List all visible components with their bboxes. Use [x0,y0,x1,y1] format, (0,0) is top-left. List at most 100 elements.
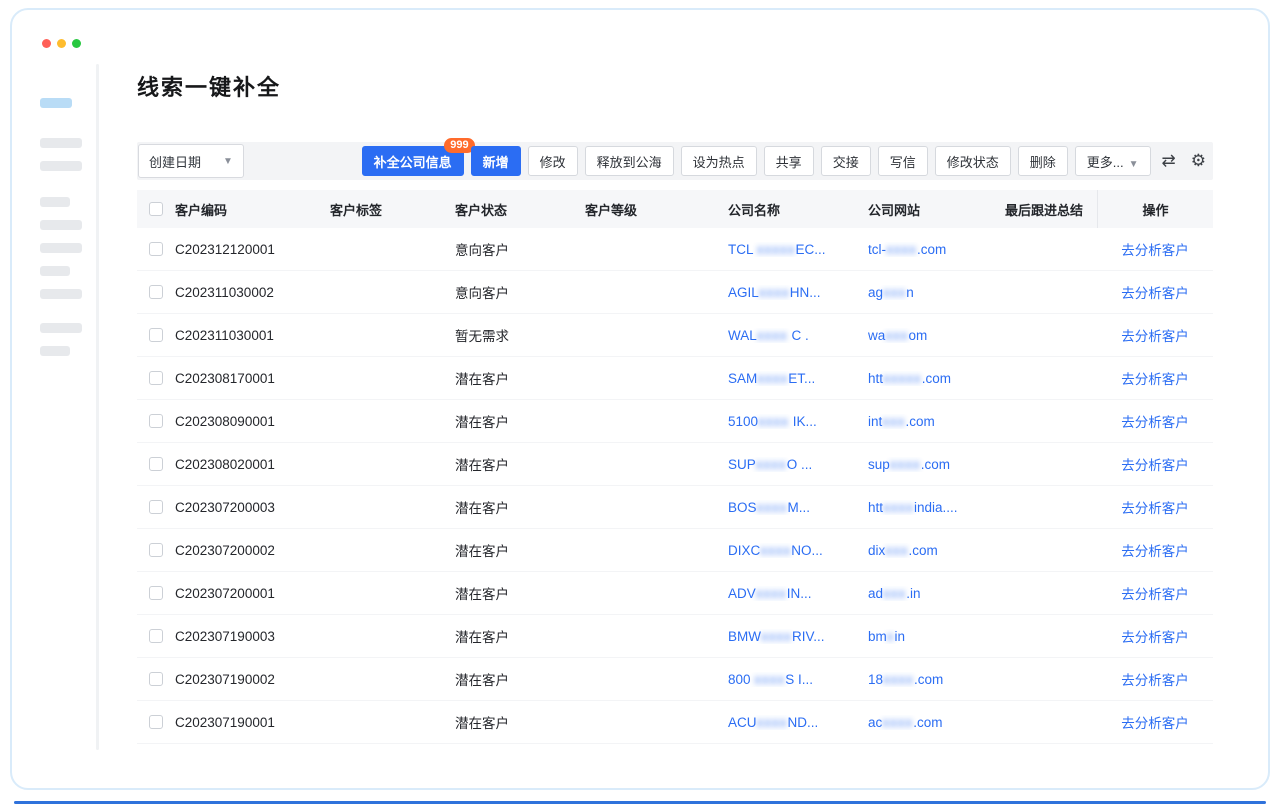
table-row: C202307200003 潜在客户 BOSxxxxM... httxxxxin… [137,486,1213,529]
company-name-link[interactable]: 800 xxxxS I... [728,672,868,687]
table-row: C202307190001 潜在客户 ACUxxxxND... acxxxx.c… [137,701,1213,744]
company-website-link[interactable]: agxxxn [868,285,1005,300]
more-button[interactable]: 更多...▼ [1075,146,1151,176]
customer-status: 潜在客户 [455,411,585,431]
row-checkbox[interactable] [149,715,163,729]
customer-status: 潜在客户 [455,712,585,732]
table-row: C202307200001 潜在客户 ADVxxxxIN... adxxx.in… [137,572,1213,615]
analyze-customer-link[interactable]: 去分析客户 [1121,630,1189,645]
company-website-link[interactable]: acxxxx.com [868,715,1005,730]
sidebar-placeholder [40,220,82,230]
add-new-button[interactable]: 新增 [471,146,521,176]
toolbar-button[interactable]: 共享 [764,146,814,176]
complete-company-info-button[interactable]: 补全公司信息999 [362,146,464,176]
company-name-link[interactable]: DIXCxxxxNO... [728,543,868,558]
analyze-customer-link[interactable]: 去分析客户 [1121,243,1189,258]
company-name-link[interactable]: ADVxxxxIN... [728,586,868,601]
company-website-link[interactable]: httxxxxindia.... [868,500,1005,515]
analyze-customer-link[interactable]: 去分析客户 [1121,544,1189,559]
toolbar-button[interactable]: 删除 [1018,146,1068,176]
sync-icon: ⇄ [1162,151,1176,170]
toolbar-button[interactable]: 释放到公海 [585,146,674,176]
company-name-link[interactable]: BOSxxxxM... [728,500,868,515]
table-row: C202307200002 潜在客户 DIXCxxxxNO... dixxxx.… [137,529,1213,572]
company-website-link[interactable]: intxxx.com [868,414,1005,429]
row-checkbox[interactable] [149,629,163,643]
analyze-customer-link[interactable]: 去分析客户 [1121,286,1189,301]
maximize-window-icon[interactable] [72,39,81,48]
row-checkbox[interactable] [149,500,163,514]
row-checkbox[interactable] [149,414,163,428]
row-checkbox[interactable] [149,371,163,385]
sidebar-placeholder [40,243,82,253]
company-name-link[interactable]: ACUxxxxND... [728,715,868,730]
analyze-customer-link[interactable]: 去分析客户 [1121,458,1189,473]
customer-code: C202311030002 [175,285,330,300]
row-checkbox[interactable] [149,457,163,471]
company-website-link[interactable]: bmxin [868,629,1005,644]
company-name-link[interactable]: 5100xxxx IK... [728,414,868,429]
customer-code: C202307190001 [175,715,330,730]
company-name-link[interactable]: SUPxxxxO ... [728,457,868,472]
customer-status: 意向客户 [455,282,585,302]
company-name-link[interactable]: BMWxxxxRIV... [728,629,868,644]
company-website-link[interactable]: adxxx.in [868,586,1005,601]
row-checkbox[interactable] [149,328,163,342]
company-name-link[interactable]: AGILxxxxHN... [728,285,868,300]
table-row: C202311030001 暂无需求 WALxxxx C . waxxxom 去… [137,314,1213,357]
row-checkbox[interactable] [149,586,163,600]
customer-status: 潜在客户 [455,540,585,560]
date-filter-dropdown[interactable]: 创建日期 ▼ [138,144,244,178]
company-website-link[interactable]: httxxxxx.com [868,371,1005,386]
toolbar-button[interactable]: 写信 [878,146,928,176]
customer-code: C202312120001 [175,242,330,257]
company-name-link[interactable]: TCL xxxxxEC... [728,242,868,257]
company-website-link[interactable]: dixxxx.com [868,543,1005,558]
sidebar-placeholder [40,346,70,356]
column-header-followup-summary: 最后跟进总结 [1005,200,1097,219]
row-checkbox[interactable] [149,242,163,256]
company-website-link[interactable]: waxxxom [868,328,1005,343]
customer-code: C202308170001 [175,371,330,386]
close-window-icon[interactable] [42,39,51,48]
table-row: C202308090001 潜在客户 5100xxxx IK... intxxx… [137,400,1213,443]
gear-button[interactable]: ⚙ [1187,146,1210,176]
company-website-link[interactable]: tcl-xxxx.com [868,242,1005,257]
analyze-customer-link[interactable]: 去分析客户 [1121,415,1189,430]
column-header-customer-level: 客户等级 [585,200,728,219]
sync-button[interactable]: ⇄ [1158,146,1180,176]
company-name-link[interactable]: WALxxxx C . [728,328,868,343]
column-header-customer-code: 客户编码 [175,200,330,219]
analyze-customer-link[interactable]: 去分析客户 [1121,329,1189,344]
customer-status: 潜在客户 [455,626,585,646]
toolbar-button[interactable]: 修改状态 [935,146,1011,176]
table-header: 客户编码 客户标签 客户状态 客户等级 公司名称 公司网站 最后跟进总结 操作 [137,190,1213,228]
analyze-customer-link[interactable]: 去分析客户 [1121,372,1189,387]
analyze-customer-link[interactable]: 去分析客户 [1121,587,1189,602]
row-checkbox[interactable] [149,672,163,686]
row-checkbox[interactable] [149,285,163,299]
toolbar-button[interactable]: 交接 [821,146,871,176]
analyze-customer-link[interactable]: 去分析客户 [1121,501,1189,516]
customer-status: 潜在客户 [455,497,585,517]
analyze-customer-link[interactable]: 去分析客户 [1121,716,1189,731]
row-checkbox[interactable] [149,543,163,557]
table-row: C202312120001 意向客户 TCL xxxxxEC... tcl-xx… [137,228,1213,271]
main-content: 线索一键补全 创建日期 ▼ 补全公司信息999新增修改释放到公海设为热点共享交接… [137,70,1213,744]
table-row: C202307190003 潜在客户 BMWxxxxRIV... bmxin 去… [137,615,1213,658]
toolbar-button[interactable]: 设为热点 [681,146,757,176]
customer-code: C202307190003 [175,629,330,644]
analyze-customer-link[interactable]: 去分析客户 [1121,673,1189,688]
company-website-link[interactable]: supxxxx.com [868,457,1005,472]
gear-icon: ⚙ [1191,151,1206,170]
toolbar: 创建日期 ▼ 补全公司信息999新增修改释放到公海设为热点共享交接写信修改状态删… [137,142,1213,180]
sidebar-placeholder [40,161,82,171]
company-website-link[interactable]: 18xxxx.com [868,672,1005,687]
toolbar-button[interactable]: 修改 [528,146,578,176]
customer-status: 意向客户 [455,239,585,259]
minimize-window-icon[interactable] [57,39,66,48]
sidebar-placeholder [40,138,82,148]
company-name-link[interactable]: SAMxxxxET... [728,371,868,386]
select-all-checkbox[interactable] [149,202,163,216]
column-header-customer-tag: 客户标签 [330,200,455,219]
